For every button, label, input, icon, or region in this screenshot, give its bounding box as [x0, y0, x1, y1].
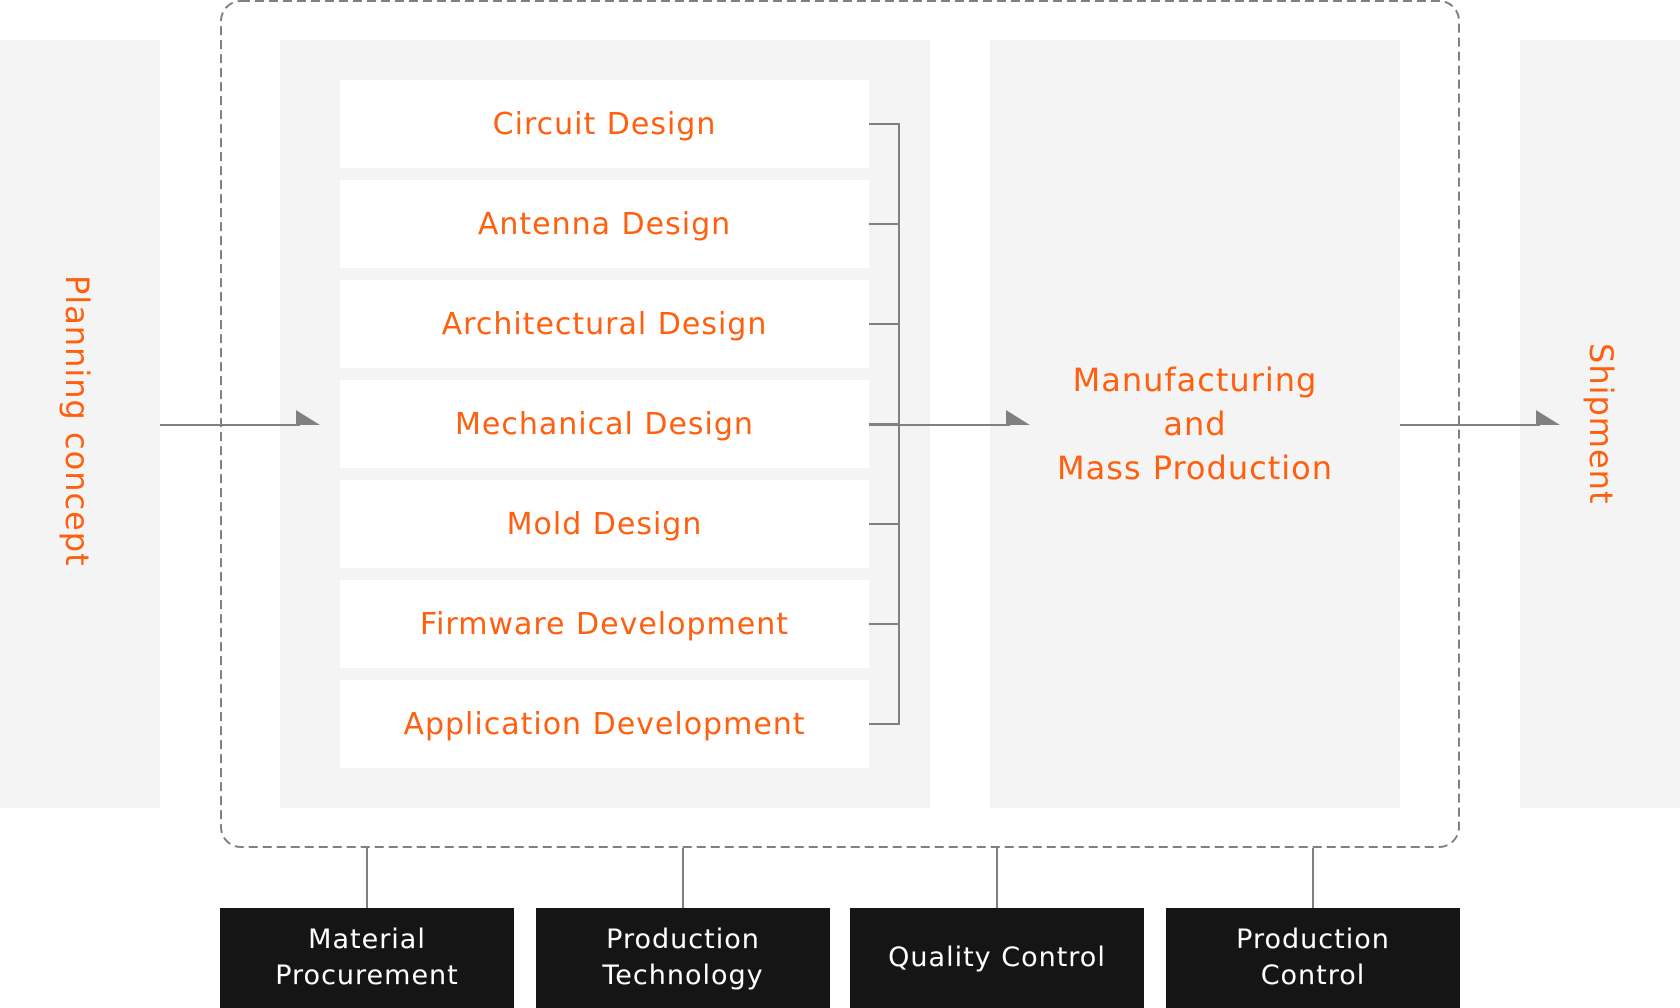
support-label-line-1: Production — [1236, 924, 1390, 955]
support-label-line-2: Procurement — [275, 960, 459, 991]
arrow-head — [296, 410, 320, 425]
support-material-procurement: Material Procurement — [220, 908, 514, 1008]
manufacturing-line-2: and — [1163, 405, 1227, 443]
support-label-line-1: Production — [606, 924, 760, 955]
design-step-mechanical: Mechanical Design — [340, 380, 869, 468]
design-step-mold: Mold Design — [340, 480, 869, 568]
support-production-technology: Production Technology — [536, 908, 830, 1008]
support-label-line-1: Quality Control — [888, 942, 1106, 973]
manufacturing-line-1: Manufacturing — [1072, 361, 1318, 399]
design-step-antenna: Antenna Design — [340, 180, 869, 268]
design-step-circuit: Circuit Design — [340, 80, 869, 168]
design-step-architectural: Architectural Design — [340, 280, 869, 368]
design-step-firmware: Firmware Development — [340, 580, 869, 668]
manufacturing-label: Manufacturing and Mass Production — [990, 40, 1400, 808]
support-label-line-2: Technology — [602, 960, 764, 991]
support-label-line-1: Material — [308, 924, 426, 955]
manufacturing-line-3: Mass Production — [1057, 449, 1333, 487]
support-production-control: Production Control — [1166, 908, 1460, 1008]
arrow-head — [1536, 410, 1560, 425]
shipment-label: Shipment — [1582, 343, 1620, 505]
support-quality-control: Quality Control — [850, 908, 1144, 1008]
design-step-application: Application Development — [340, 680, 869, 768]
planning-concept-label: Planning concept — [58, 275, 96, 567]
support-label-line-2: Control — [1260, 960, 1366, 991]
